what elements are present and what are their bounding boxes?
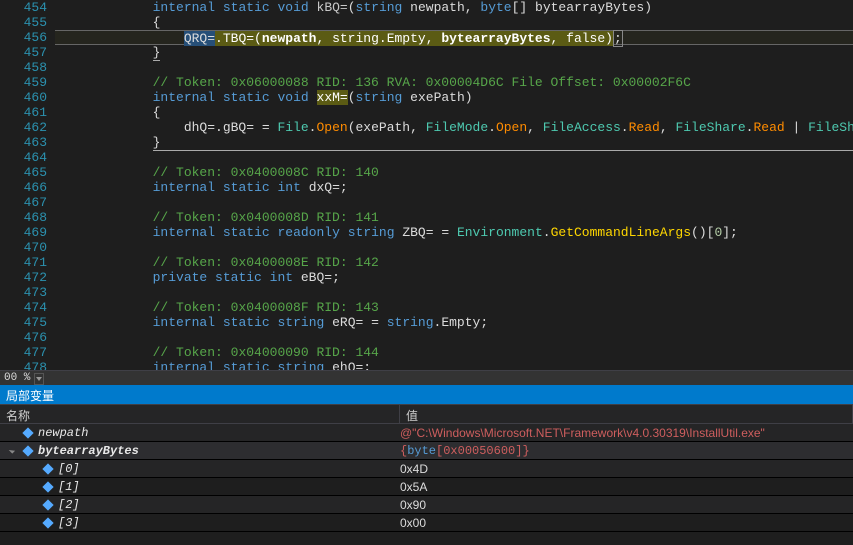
expand-toggle-icon (24, 480, 38, 494)
variable-name: [3] (58, 516, 80, 530)
expand-toggle-icon (4, 426, 18, 440)
variable-icon (22, 445, 34, 457)
code-line[interactable]: // Token: 0x0400008F RID: 143 (59, 300, 853, 315)
code-line[interactable]: } (59, 45, 853, 60)
code-line[interactable] (59, 240, 853, 255)
code-line[interactable]: QRQ=.TBQ=(newpath, string.Empty, bytearr… (55, 30, 853, 45)
zoom-bar: 00 % (0, 370, 853, 385)
code-line[interactable]: internal static readonly string ZBQ= = E… (59, 225, 853, 240)
code-line[interactable]: internal static string eRQ= = string.Emp… (59, 315, 853, 330)
code-line[interactable]: dhQ=.gBQ= = File.Open(exePath, FileMode.… (59, 120, 853, 135)
variable-value: @"C:\Windows\Microsoft.NET\Framework\v4.… (400, 426, 853, 440)
variable-row[interactable]: newpath @"C:\Windows\Microsoft.NET\Framew… (0, 424, 853, 442)
code-line[interactable] (59, 150, 853, 165)
code-line[interactable]: // Token: 0x0400008C RID: 140 (59, 165, 853, 180)
variable-value: 0x00 (400, 516, 853, 530)
variable-row[interactable]: [3] 0x00 (0, 514, 853, 532)
variable-value: 0x90 (400, 498, 853, 512)
code-line[interactable] (59, 195, 853, 210)
code-line[interactable]: // Token: 0x0400008E RID: 142 (59, 255, 853, 270)
expand-toggle-icon (24, 498, 38, 512)
variable-row[interactable]: [0] 0x4D (0, 460, 853, 478)
variable-row[interactable]: [1] 0x5A (0, 478, 853, 496)
locals-panel-title: 局部变量 (0, 385, 853, 404)
code-editor[interactable]: 4544554564574584594604614624634644654664… (0, 0, 853, 370)
variable-icon (22, 427, 34, 439)
code-line[interactable]: internal static void xxM=(string exePath… (59, 90, 853, 105)
code-line[interactable]: { (59, 15, 853, 30)
variable-icon (42, 463, 54, 475)
expand-toggle-icon[interactable] (4, 444, 18, 458)
code-line[interactable]: } (59, 135, 853, 150)
variable-name: [0] (58, 462, 80, 476)
variable-name: bytearrayBytes (38, 444, 139, 458)
zoom-level[interactable]: 00 % (0, 372, 34, 384)
variable-name: [2] (58, 498, 80, 512)
code-line[interactable] (59, 330, 853, 345)
variable-value: {byte[0x00050600]} (400, 443, 853, 458)
locals-body[interactable]: newpath @"C:\Windows\Microsoft.NET\Framew… (0, 424, 853, 532)
variable-name: [1] (58, 480, 80, 494)
code-line[interactable] (59, 60, 853, 75)
code-line[interactable]: { (59, 105, 853, 120)
code-line[interactable]: // Token: 0x06000088 RID: 136 RVA: 0x000… (59, 75, 853, 90)
variable-icon (42, 481, 54, 493)
code-line[interactable]: internal static void kBQ=(string newpath… (59, 0, 853, 15)
code-line[interactable]: internal static string ehQ=; (59, 360, 853, 370)
expand-toggle-icon (24, 462, 38, 476)
code-line[interactable]: internal static int dxQ=; (59, 180, 853, 195)
code-line[interactable]: // Token: 0x0400008D RID: 141 (59, 210, 853, 225)
variable-icon (42, 499, 54, 511)
locals-header: 名称 值 (0, 404, 853, 424)
code-line[interactable] (59, 285, 853, 300)
col-name-header[interactable]: 名称 (0, 405, 400, 423)
code-line[interactable]: // Token: 0x04000090 RID: 144 (59, 345, 853, 360)
col-value-header[interactable]: 值 (400, 405, 853, 423)
variable-value: 0x4D (400, 462, 853, 476)
variable-icon (42, 517, 54, 529)
variable-row[interactable]: bytearrayBytes {byte[0x00050600]} (0, 442, 853, 460)
code-area[interactable]: internal static void kBQ=(string newpath… (55, 0, 853, 370)
variable-row[interactable]: [2] 0x90 (0, 496, 853, 514)
variable-value: 0x5A (400, 480, 853, 494)
variable-name: newpath (38, 426, 88, 440)
zoom-dropdown-icon[interactable] (34, 373, 44, 385)
code-line[interactable]: private static int eBQ=; (59, 270, 853, 285)
line-gutter: 4544554564574584594604614624634644654664… (0, 0, 55, 370)
expand-toggle-icon (24, 516, 38, 530)
